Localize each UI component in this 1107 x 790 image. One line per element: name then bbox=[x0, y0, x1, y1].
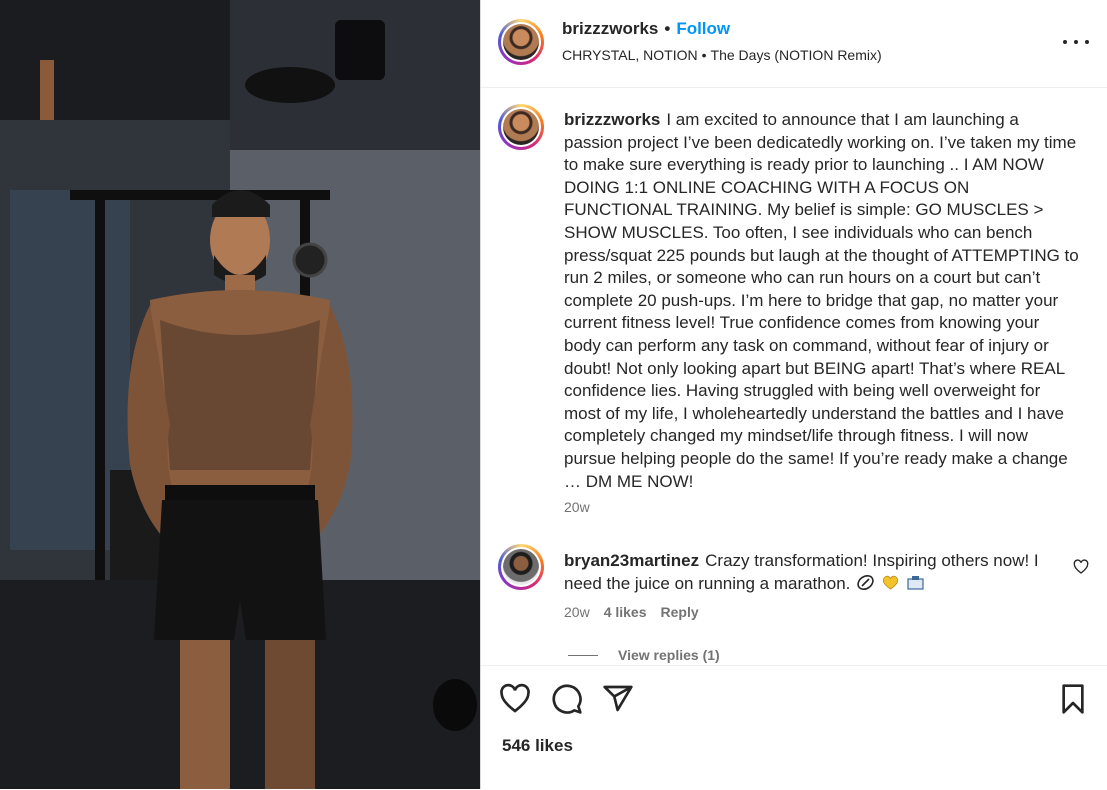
caption: brizzzworks I am excited to announce that… bbox=[564, 109, 1079, 493]
view-replies-button[interactable]: View replies (1) bbox=[568, 647, 720, 663]
share-icon[interactable] bbox=[602, 683, 634, 715]
comment-meta: 20w 4 likes Reply bbox=[564, 604, 699, 620]
yellow-heart-icon bbox=[883, 575, 899, 590]
comment-likes[interactable]: 4 likes bbox=[604, 604, 647, 620]
audio-artist[interactable]: CHRYSTAL, NOTION bbox=[562, 47, 698, 63]
bookmark-icon[interactable] bbox=[1057, 683, 1089, 715]
follow-button[interactable]: Follow bbox=[676, 19, 730, 38]
reply-button[interactable]: Reply bbox=[661, 604, 699, 620]
post-header: brizzzworks • Follow CHRYSTAL, NOTION • The … bbox=[481, 0, 1107, 88]
comment-timestamp[interactable]: 20w bbox=[564, 604, 590, 620]
heart-icon[interactable] bbox=[499, 683, 531, 715]
caption-timestamp[interactable]: 20w bbox=[564, 499, 590, 515]
likes-count[interactable]: 546 likes bbox=[502, 736, 573, 756]
pill-icon bbox=[857, 574, 875, 590]
comment-icon[interactable] bbox=[551, 683, 583, 715]
audio-track[interactable]: The Days (NOTION Remix) bbox=[711, 47, 882, 63]
post-details-panel: brizzzworks • Follow CHRYSTAL, NOTION • The … bbox=[481, 0, 1107, 790]
post-image[interactable] bbox=[0, 0, 481, 789]
audio-separator: • bbox=[701, 47, 707, 63]
replies-line bbox=[568, 654, 598, 656]
author-line: brizzzworks • Follow bbox=[562, 19, 730, 39]
post-actions: 546 likes bbox=[481, 665, 1107, 790]
comment-body: bryan23martinez Crazy transformation! Ins… bbox=[564, 550, 1064, 595]
separator-dot: • bbox=[664, 19, 671, 38]
box-icon bbox=[907, 575, 924, 590]
caption-avatar[interactable] bbox=[498, 104, 544, 150]
caption-text: I am excited to announce that I am launc… bbox=[564, 110, 1079, 491]
audio-info[interactable]: CHRYSTAL, NOTION • The Days (NOTION Remix) bbox=[562, 47, 882, 63]
more-options-icon[interactable] bbox=[1063, 30, 1089, 54]
commenter-username[interactable]: bryan23martinez bbox=[564, 551, 699, 570]
commenter-avatar[interactable] bbox=[498, 544, 544, 590]
gym-photo-illustration bbox=[0, 0, 481, 789]
view-replies-label: View replies (1) bbox=[618, 647, 720, 663]
caption-username[interactable]: brizzzworks bbox=[564, 110, 660, 129]
comment-like-heart-icon[interactable] bbox=[1073, 559, 1089, 575]
author-avatar[interactable] bbox=[498, 19, 544, 65]
author-username[interactable]: brizzzworks bbox=[562, 19, 658, 38]
